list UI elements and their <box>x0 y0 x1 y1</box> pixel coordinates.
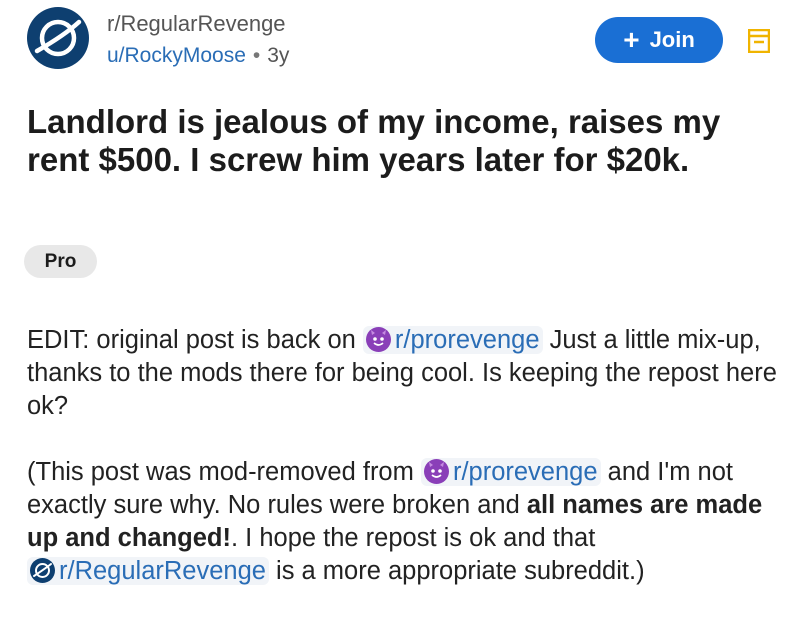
menu-icon[interactable] <box>747 28 771 54</box>
devil-face-emoji-icon <box>423 459 449 484</box>
subreddit-name[interactable]: r/RegularRevenge <box>107 11 286 37</box>
meta-separator: • <box>252 44 261 67</box>
post-header: r/RegularRevenge u/RockyMoose • 3y + Join <box>0 0 800 90</box>
p1-text-a: EDIT: original post is back on <box>27 326 363 354</box>
post-age: 3y <box>267 44 290 67</box>
prorevenge-link[interactable]: r/prorevenge <box>362 326 543 354</box>
planet-logo-icon <box>30 558 55 583</box>
regularrevenge-link-label: r/RegularRevenge <box>59 557 266 585</box>
post-body-paragraph-1: EDIT: original post is back on r/proreve… <box>27 324 777 423</box>
post-title[interactable]: Landlord is jealous of my income, raises… <box>27 103 767 179</box>
plus-icon: + <box>623 24 640 55</box>
subreddit-avatar-icon[interactable] <box>27 7 89 69</box>
p2-text-a: (This post was mod-removed from <box>27 458 421 486</box>
post-body-paragraph-2: (This post was mod-removed from r/prorev… <box>27 456 777 588</box>
prorevenge-link-label: r/prorevenge <box>394 326 540 354</box>
join-button[interactable]: + Join <box>595 17 723 63</box>
devil-face-emoji-icon <box>365 327 391 352</box>
prorevenge-link-2[interactable]: r/prorevenge <box>420 458 601 486</box>
prorevenge-link-2-label: r/prorevenge <box>452 458 598 486</box>
regularrevenge-link[interactable]: r/RegularRevenge <box>27 557 269 585</box>
join-label: Join <box>649 27 695 52</box>
p2-text-d: is a more appropriate subreddit.) <box>268 557 645 585</box>
p2-text-c: . I hope the repost is ok and that <box>231 524 596 552</box>
post-meta: u/RockyMoose • 3y <box>107 44 289 68</box>
post-flair[interactable]: Pro <box>24 245 97 278</box>
author-link[interactable]: u/RockyMoose <box>107 44 246 67</box>
